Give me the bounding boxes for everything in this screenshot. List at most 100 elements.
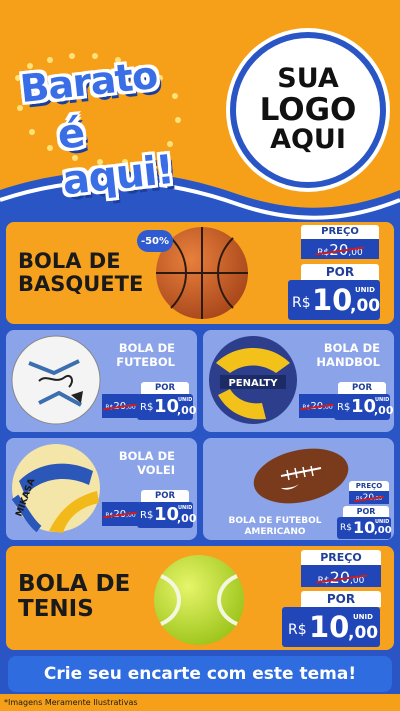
logo-placeholder[interactable]: SUA LOGO AQUI [230, 32, 386, 188]
title-line1: BOLA DE FUTEBOL [228, 516, 322, 526]
por-label: POR [141, 490, 189, 502]
old-price: R$20,00 [102, 502, 139, 526]
old-integer: 20 [329, 568, 350, 587]
american-football-image [253, 448, 349, 504]
price-integer: 10 [309, 610, 350, 644]
card-tenis-title: BOLA DE TENIS [18, 571, 131, 623]
currency: R$ [340, 523, 352, 533]
disclaimer-text: *Imagens Meramente Ilustrativas [0, 694, 400, 711]
handball-image: PENALTY [209, 336, 297, 424]
brand-text-line2: é aqui! [55, 110, 176, 205]
title-line1: BOLA DE [323, 341, 380, 355]
old-integer: 20 [113, 508, 127, 520]
new-price: R$ 10 UNID ,00 [334, 394, 394, 420]
card-basquete-title: BOLA DE BASQUETE [18, 249, 144, 297]
new-price: R$ 10 UNID ,00 [288, 280, 380, 320]
old-integer: 20 [329, 241, 349, 259]
currency: R$ [292, 295, 311, 311]
card-basquete[interactable]: BOLA DE BASQUETE PREÇO R$20,00 POR R$ 10… [6, 222, 394, 324]
new-price: R$ 10 UNID ,00 [282, 607, 380, 647]
old-price: R$20,00 [301, 239, 379, 259]
card-tenis[interactable]: BOLA DE TENIS PREÇO R$20,00 POR R$ 10 UN… [6, 546, 394, 650]
old-integer: 20 [310, 400, 324, 412]
price-decimal: ,00 [374, 404, 394, 417]
por-label: POR [301, 591, 381, 607]
card-handbol[interactable]: PENALTY BOLA DE HANDBOL POR R$20,00 R$ 1… [203, 330, 394, 432]
price-integer: 10 [351, 396, 377, 417]
card-volei-title: BOLA DE VOLEI [119, 449, 175, 478]
old-decimal: ,00 [350, 576, 365, 586]
price-decimal: ,00 [177, 404, 197, 417]
card-futebol[interactable]: BOLA DE FUTEBOL POR R$20,00 R$ 10 UNID ,… [6, 330, 197, 432]
por-label: POR [338, 382, 386, 394]
brand-logo: Barato é aqui! [10, 48, 185, 204]
old-currency: R$ [355, 495, 363, 502]
unit-label: UNID [375, 397, 390, 403]
card-handbol-title: BOLA DE HANDBOL [316, 341, 380, 370]
old-decimal: ,00 [126, 511, 136, 519]
title-line2: FUTEBOL [116, 355, 175, 370]
por-label: POR [343, 506, 389, 517]
old-price: R$20,00 [301, 565, 381, 587]
price-integer: 10 [154, 504, 180, 525]
currency: R$ [140, 402, 154, 413]
title-line2: TENIS [18, 596, 94, 623]
old-decimal: ,00 [126, 403, 136, 411]
header: Barato é aqui! SUA LOGO AQUI [0, 0, 400, 225]
price-decimal: ,00 [374, 525, 392, 536]
title-line2: HANDBOL [316, 355, 380, 370]
old-currency: R$ [317, 576, 330, 586]
price-label: PREÇO [301, 225, 379, 239]
unit-label: UNID [353, 613, 373, 621]
unit-label: UNID [178, 397, 193, 403]
por-label: POR [141, 382, 189, 394]
new-price: R$ 10 UNID ,00 [137, 502, 197, 528]
title-line2: VOLEI [137, 463, 175, 478]
title-line1: BOLA DE [118, 341, 175, 355]
old-price: R$20,00 [299, 394, 336, 418]
price-label: PREÇO [301, 550, 381, 565]
tennis-ball-image [154, 555, 244, 645]
old-integer: 20 [362, 492, 375, 503]
price-integer: 10 [154, 396, 180, 417]
price-label: PREÇO [349, 481, 389, 491]
price-decimal: ,00 [177, 512, 197, 525]
discount-badge: -50% [137, 230, 173, 252]
card-futebol-americano-title: BOLA DE FUTEBOL AMERICANO [225, 516, 325, 539]
old-price: R$20,00 [102, 394, 139, 418]
card-futebol-americano[interactable]: PREÇO R$20,00 POR R$ 10 UNID ,00 BOLA DE… [203, 438, 394, 540]
title-line1: BOLA DE [18, 571, 131, 597]
flyer-page: { "header": { "brand_line1": "Barato", "… [0, 0, 400, 711]
price-integer: 10 [353, 518, 376, 537]
volleyball-image: MIKASA [11, 444, 100, 533]
soccer-ball-image [11, 335, 101, 425]
old-integer: 20 [113, 400, 127, 412]
title-line1: BOLA DE [18, 249, 121, 273]
currency: R$ [288, 622, 307, 638]
logo-line2: LOGO [259, 91, 357, 128]
old-decimal: ,00 [348, 248, 363, 258]
por-label: POR [301, 264, 379, 280]
unit-label: UNID [178, 505, 193, 511]
price-integer: 10 [312, 283, 353, 317]
currency: R$ [337, 402, 351, 413]
title-line1: BOLA DE [118, 449, 175, 463]
new-price: R$ 10 UNID ,00 [337, 517, 392, 539]
title-line2: AMERICANO [244, 527, 306, 538]
price-decimal: ,00 [350, 296, 381, 316]
logo-line3: AQUI [270, 124, 346, 156]
logo-line1: SUA [277, 63, 339, 95]
currency: R$ [140, 510, 154, 521]
old-decimal: ,00 [323, 403, 333, 411]
cta-banner[interactable]: Crie seu encarte com este tema! [8, 656, 392, 692]
handball-brand: PENALTY [228, 378, 278, 389]
old-decimal: ,00 [374, 495, 383, 502]
card-futebol-title: BOLA DE FUTEBOL [116, 341, 175, 370]
new-price: R$ 10 UNID ,00 [137, 394, 197, 420]
unit-label: UNID [355, 286, 375, 294]
old-price: R$20,00 [349, 491, 389, 504]
old-currency: R$ [317, 248, 330, 258]
title-line2: BASQUETE [18, 272, 144, 297]
price-decimal: ,00 [348, 623, 379, 643]
card-volei[interactable]: MIKASA BOLA DE VOLEI POR R$20,00 R$ 10 U… [6, 438, 197, 540]
